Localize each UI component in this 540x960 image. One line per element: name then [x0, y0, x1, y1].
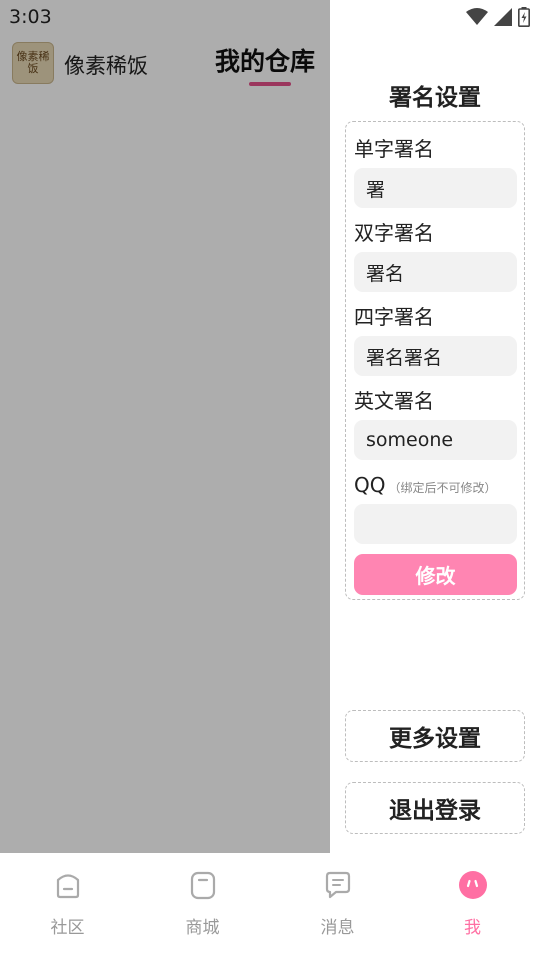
nav-item-shop[interactable]: 商城	[135, 853, 270, 960]
four-char-label: 四字署名	[354, 305, 434, 329]
qq-label-text: QQ	[354, 473, 386, 497]
system-status-icons	[466, 7, 530, 27]
nav-item-messages[interactable]: 消息	[270, 853, 405, 960]
battery-icon	[518, 7, 530, 27]
community-icon	[56, 874, 80, 899]
four-char-input[interactable]	[354, 336, 517, 376]
signature-form: 单字署名 双字署名 四字署名 英文署名 QQ（绑定后不可修改） 修改	[345, 121, 525, 600]
qq-label: QQ （绑定后不可修改）	[354, 470, 516, 500]
drawer-title: 署名设置	[389, 85, 481, 111]
nav-item-community[interactable]: 社区	[0, 853, 135, 960]
modify-button[interactable]: 修改	[354, 554, 517, 595]
nav-label-community: 社区	[50, 918, 85, 938]
nav-label-me: 我	[464, 918, 481, 938]
wifi-icon	[466, 8, 488, 25]
settings-drawer: 署名设置 单字署名 双字署名 四字署名 英文署名 QQ（绑定后不可修改） 修改 …	[330, 0, 540, 853]
single-char-label: 单字署名	[354, 137, 434, 161]
bottom-nav: 社区 商城 消息 我	[0, 853, 540, 960]
more-settings-button[interactable]: 更多设置	[345, 710, 525, 762]
nav-label-shop: 商城	[185, 918, 220, 938]
message-icon	[325, 871, 351, 899]
qq-input[interactable]	[354, 504, 517, 544]
nav-item-me[interactable]: 我	[405, 853, 540, 960]
logout-button[interactable]: 退出登录	[345, 782, 525, 834]
double-char-label: 双字署名	[354, 221, 434, 245]
double-char-input[interactable]	[354, 252, 517, 292]
english-label: 英文署名	[354, 389, 434, 413]
nav-label-messages: 消息	[320, 918, 355, 938]
english-input[interactable]	[354, 420, 517, 460]
profile-icon	[459, 871, 487, 899]
single-char-input[interactable]	[354, 168, 517, 208]
signal-icon	[494, 8, 512, 26]
shop-icon	[190, 871, 216, 900]
qq-hint: （绑定后不可修改）	[388, 481, 497, 495]
